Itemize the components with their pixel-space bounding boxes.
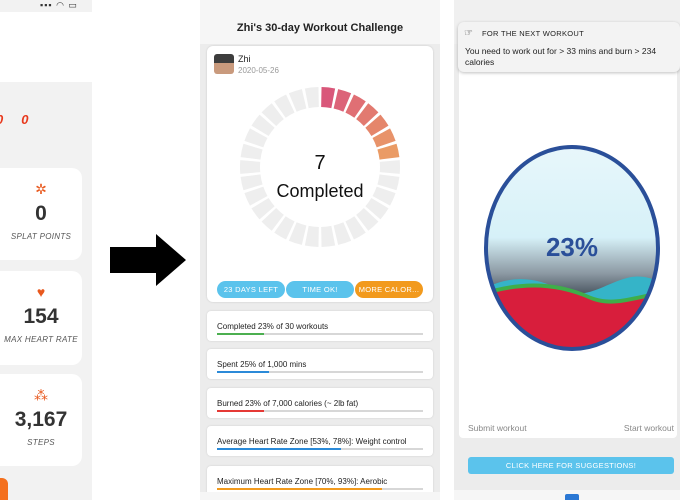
ring-segment-completed (321, 87, 336, 109)
workout-screen: ☞ FOR THE NEXT WORKOUT You need to work … (454, 0, 680, 500)
right-arrow-icon (110, 234, 186, 286)
active-tab-indicator[interactable] (565, 494, 579, 500)
suggestions-button[interactable]: CLICK HERE FOR SUGGESTIONS! (468, 457, 674, 474)
avatar[interactable] (214, 54, 234, 74)
hand-pointer-icon: ☞ (464, 28, 473, 39)
zero-value-1: 0 (0, 112, 21, 127)
stat-bar-text: Maximum Heart Rate Zone [70%, 93%]: Aero… (217, 477, 388, 486)
stat-bar-fill (217, 448, 341, 450)
time-ok-pill[interactable]: TIME OK! (286, 281, 354, 298)
stat-bar-calories[interactable]: Burned 23% of 7,000 calories (~ 2lb fat) (207, 388, 433, 418)
stat-bar-text: Burned 23% of 7,000 calories (~ 2lb fat) (217, 399, 359, 408)
splat-icon: ✲ (35, 181, 47, 197)
summary-card (0, 12, 92, 82)
max-heart-rate-label: MAX HEART RATE (4, 335, 78, 344)
stat-card-splat: ✲ 0 SPLAT POINTS (0, 168, 82, 260)
days-left-pill[interactable]: 23 DAYS LEFT (217, 281, 285, 298)
heart-icon: ♥ (36, 284, 46, 300)
stat-bar-minutes[interactable]: Spent 25% of 1,000 mins (207, 349, 433, 379)
stat-bar-fill (217, 371, 269, 373)
next-workout-notification[interactable]: ☞ FOR THE NEXT WORKOUT You need to work … (458, 22, 680, 72)
footsteps-icon: ⁂ (34, 387, 48, 403)
tab-bar (200, 492, 440, 500)
left-phone-panel: ▪▪▪ ◠ ▭ 00 ✲ 0 SPLAT POINTS ♥ 154 MAX HE… (0, 0, 92, 500)
steps-label: STEPS (27, 438, 55, 447)
start-workout-button[interactable]: Start workout (624, 423, 674, 433)
ring-segment-remaining (304, 225, 319, 247)
progress-card: Zhi 2020-05-26 7 Completed 23 DAYS LEFT … (207, 46, 433, 302)
splat-points-value: 0 (35, 202, 47, 225)
stat-bar-fill (217, 333, 264, 335)
completed-count: 7 (314, 152, 326, 174)
stat-card-heart: ♥ 154 MAX HEART RATE (0, 271, 82, 365)
time-ok-label: TIME OK! (302, 285, 338, 294)
orange-tab[interactable] (0, 478, 8, 500)
challenge-screen: Zhi's 30-day Workout Challenge Zhi 2020-… (200, 0, 440, 500)
submit-workout-button[interactable]: Submit workout (468, 423, 527, 433)
more-calories-label: MORE CALOR... (358, 285, 420, 294)
stat-bar-workouts[interactable]: Completed 23% of 30 workouts (207, 311, 433, 341)
page-title: Zhi's 30-day Workout Challenge (236, 22, 404, 34)
max-heart-rate-value: 154 (23, 305, 59, 328)
completed-label: Completed (276, 181, 364, 201)
stat-bar-text: Spent 25% of 1,000 mins (217, 360, 307, 369)
stat-bar-fill (217, 410, 264, 412)
progress-percent: 23% (545, 232, 599, 262)
screen: ▪▪▪ ◠ ▭ 00 ✲ 0 SPLAT POINTS ♥ 154 MAX HE… (0, 0, 680, 500)
user-name: Zhi (238, 54, 251, 64)
splat-points-label: SPLAT POINTS (10, 232, 72, 241)
status-icons: ▪▪▪ ◠ ▭ (40, 0, 78, 10)
zero-stats: 00 (0, 112, 46, 127)
stat-bar-text: Average Heart Rate Zone [53%, 78%]: Weig… (217, 437, 407, 446)
days-left-label: 23 DAYS LEFT (223, 285, 279, 294)
steps-value: 3,167 (14, 408, 68, 431)
notification-title: FOR THE NEXT WORKOUT (482, 29, 584, 38)
user-date: 2020-05-26 (238, 66, 279, 75)
stat-card-steps: ⁂ 3,167 STEPS (0, 374, 82, 466)
ring-segment-remaining (304, 87, 319, 109)
ring-segment-remaining (321, 225, 336, 247)
zero-value-2: 0 (21, 112, 47, 127)
stat-bar-fill (217, 488, 382, 490)
stat-bar-text: Completed 23% of 30 workouts (217, 322, 329, 331)
notification-body: You need to work out for > 33 mins and b… (465, 46, 657, 67)
stat-bar-avg-heart-rate[interactable]: Average Heart Rate Zone [53%, 78%]: Weig… (207, 426, 433, 456)
more-calories-pill[interactable]: MORE CALOR... (355, 281, 423, 298)
